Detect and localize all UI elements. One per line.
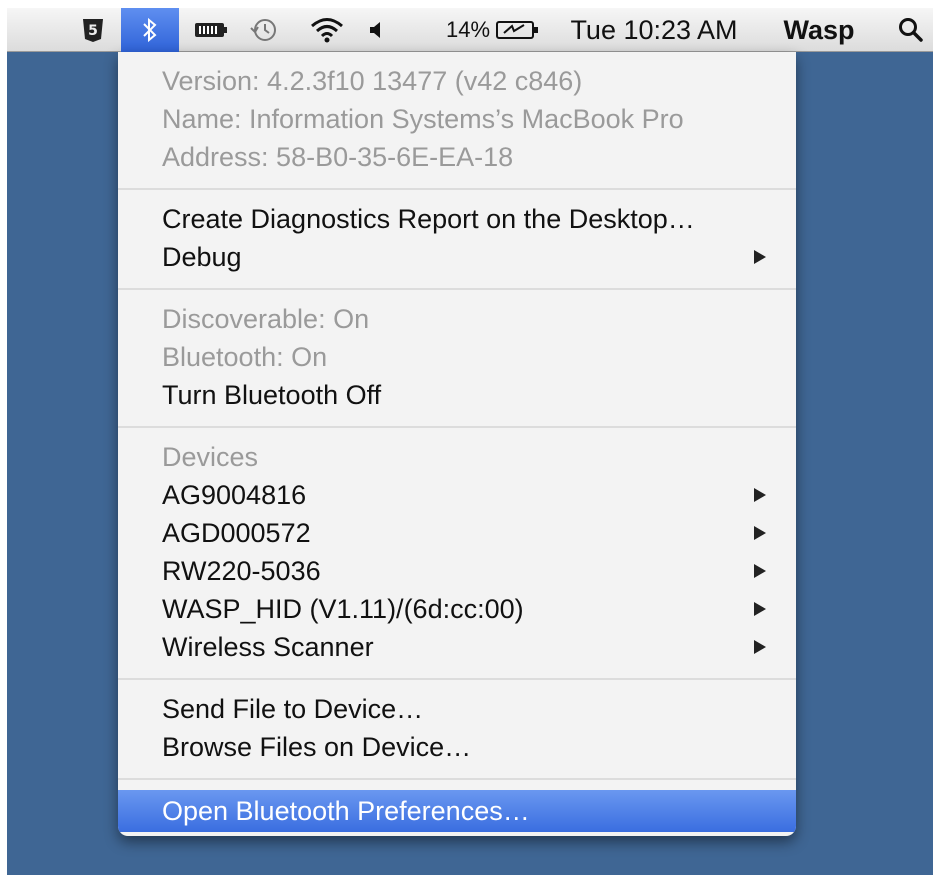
menu-separator (118, 778, 796, 780)
spotlight-icon[interactable] (893, 8, 929, 52)
open-bluetooth-preferences-item[interactable]: Open Bluetooth Preferences… (118, 790, 796, 832)
debug-item[interactable]: Debug (118, 238, 796, 276)
create-diagnostics-report-item[interactable]: Create Diagnostics Report on the Desktop… (118, 200, 796, 238)
submenu-arrow-icon (754, 602, 766, 616)
wifi-icon[interactable] (303, 8, 351, 52)
clock-text: Tue 10:23 AM (570, 14, 738, 45)
browse-files-item[interactable]: Browse Files on Device… (118, 728, 796, 766)
device-item[interactable]: AGD000572 (118, 514, 796, 552)
user-name: Wasp (783, 14, 855, 45)
device-item[interactable]: AG9004816 (118, 476, 796, 514)
submenu-arrow-icon (754, 526, 766, 540)
battery-status[interactable]: 14% (427, 8, 559, 52)
battery-percent: 14% (445, 17, 491, 42)
device-item[interactable]: Wireless Scanner (118, 628, 796, 666)
user-menu[interactable]: Wasp (779, 8, 859, 52)
device-item[interactable]: RW220-5036 (118, 552, 796, 590)
menu-separator (118, 678, 796, 680)
bluetooth-icon[interactable] (121, 8, 179, 52)
address-info: Address: 58-B0-35-6E-EA-18 (162, 142, 514, 172)
bluetooth-status: Bluetooth: On (162, 342, 328, 372)
bluetooth-menu: Version: 4.2.3f10 13477 (v42 c846) Name:… (118, 52, 796, 836)
charging-battery-icon (496, 19, 540, 41)
send-file-item[interactable]: Send File to Device… (118, 690, 796, 728)
submenu-arrow-icon (754, 564, 766, 578)
menu-separator (118, 288, 796, 290)
svg-text:5: 5 (88, 23, 98, 39)
turn-bluetooth-off-item[interactable]: Turn Bluetooth Off (118, 376, 796, 414)
menu-bar: 5 14% Tue 10:23 AM Wasp (7, 8, 933, 52)
submenu-arrow-icon (754, 488, 766, 502)
submenu-arrow-icon (754, 640, 766, 654)
submenu-arrow-icon (754, 250, 766, 264)
device-name-info: Name: Information Systems’s MacBook Pro (162, 104, 684, 134)
html5-icon[interactable]: 5 (73, 8, 113, 52)
device-item[interactable]: WASP_HID (V1.11)/(6d:cc:00) (118, 590, 796, 628)
devices-header: Devices (162, 442, 259, 472)
discoverable-status: Discoverable: On (162, 304, 370, 334)
menu-separator (118, 188, 796, 190)
menu-separator (118, 426, 796, 428)
battery-icon[interactable] (189, 8, 233, 52)
version-info: Version: 4.2.3f10 13477 (v42 c846) (162, 66, 583, 96)
time-machine-icon[interactable] (243, 8, 285, 52)
clock[interactable]: Tue 10:23 AM (560, 8, 748, 52)
volume-icon[interactable] (363, 8, 387, 52)
